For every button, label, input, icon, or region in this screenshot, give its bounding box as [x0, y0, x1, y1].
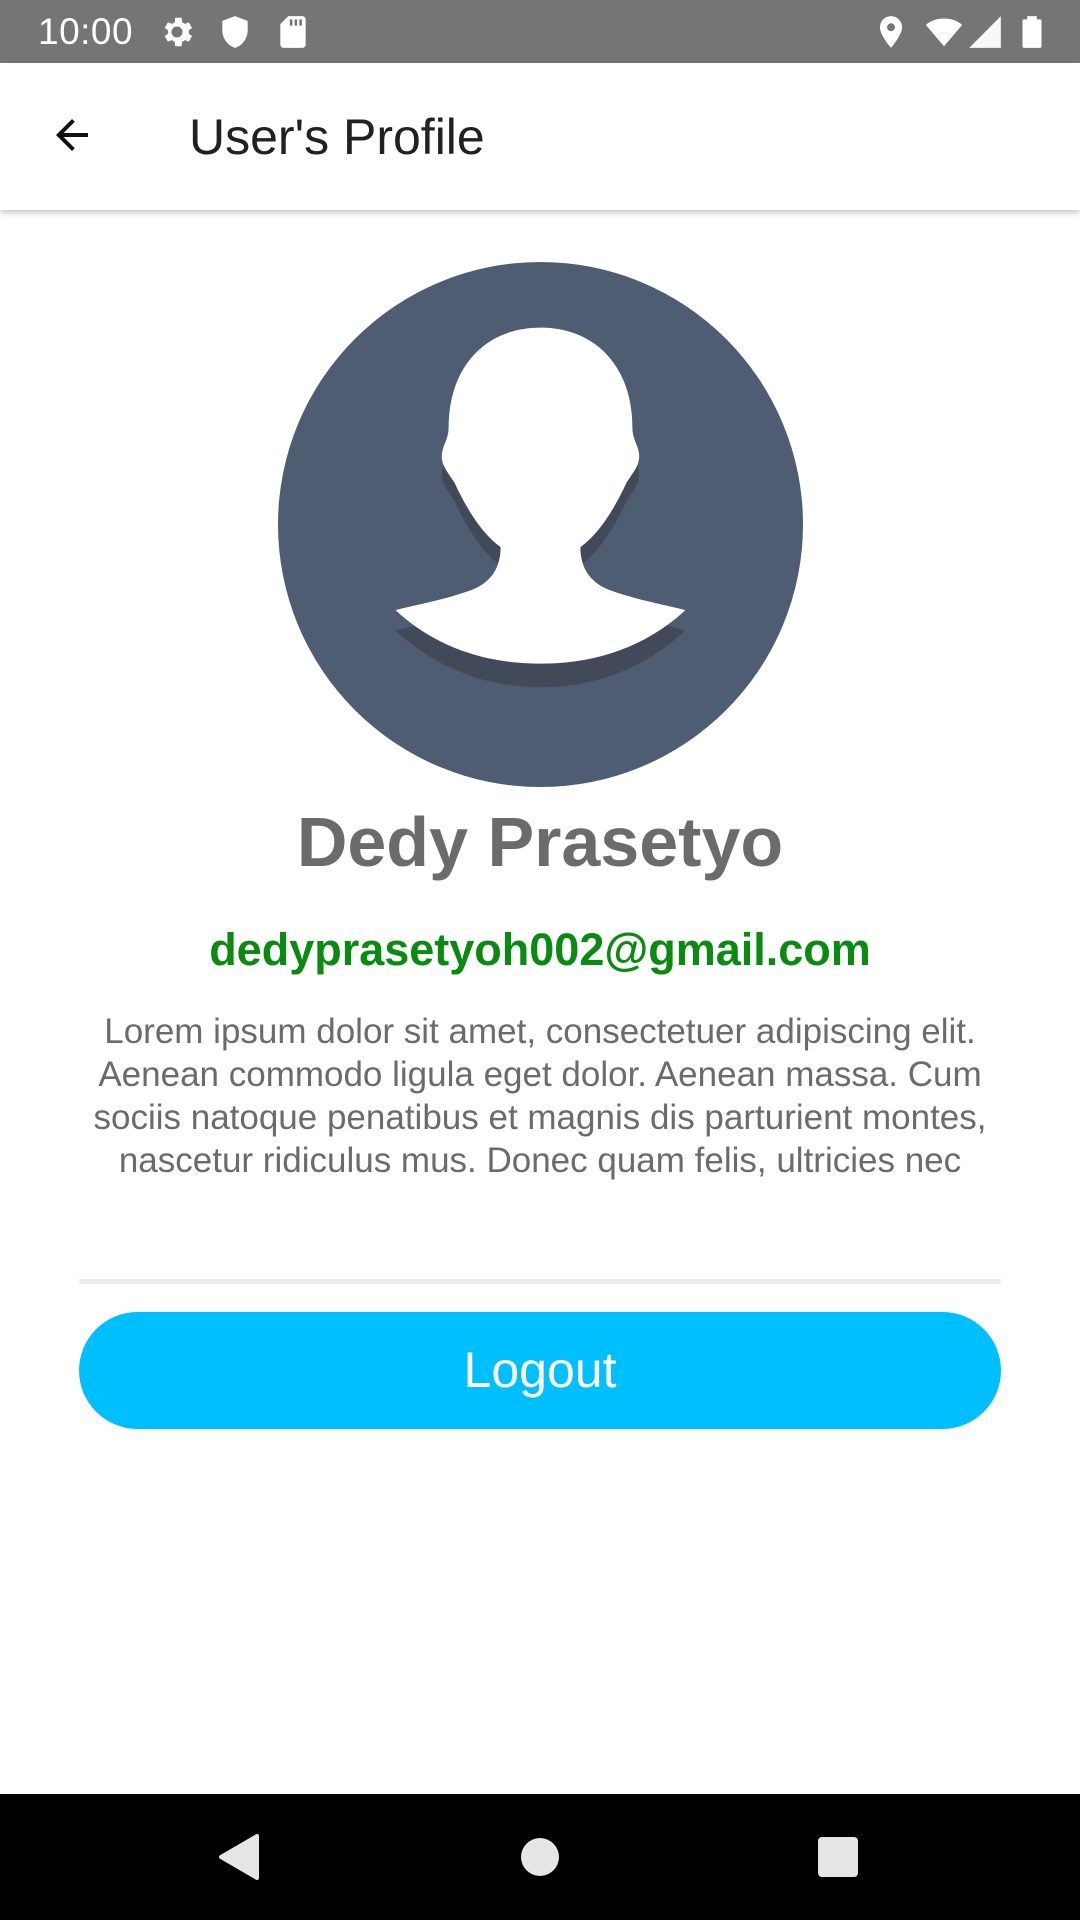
recents-square-icon [818, 1837, 858, 1877]
status-time: 10:00 [38, 11, 134, 52]
wifi-icon [922, 13, 966, 51]
arrow-left-icon [48, 111, 96, 164]
user-name: Dedy Prasetyo [296, 803, 784, 881]
system-nav-bar [0, 1794, 1080, 1920]
app-bar: User's Profile [0, 63, 1080, 210]
shield-icon [216, 13, 254, 51]
back-button[interactable] [40, 105, 104, 169]
page-title: User's Profile [189, 109, 485, 165]
divider [79, 1279, 1001, 1284]
logout-button[interactable]: Logout [79, 1312, 1001, 1429]
gear-icon [158, 13, 196, 51]
location-icon [872, 13, 910, 51]
sd-card-icon [274, 13, 312, 51]
nav-back-button[interactable] [203, 1824, 273, 1890]
user-email: dedyprasetyoh002@gmail.com [209, 924, 871, 975]
status-bar: 10:00 [0, 0, 1080, 63]
back-triangle-icon [215, 1832, 261, 1882]
user-avatar-icon [278, 262, 803, 787]
nav-recents-button[interactable] [803, 1824, 873, 1890]
battery-icon [1012, 13, 1052, 51]
user-bio: Lorem ipsum dolor sit amet, consectetuer… [93, 1012, 987, 1180]
signal-icon [966, 13, 1004, 51]
nav-home-button[interactable] [505, 1824, 575, 1890]
home-circle-icon [520, 1837, 560, 1877]
